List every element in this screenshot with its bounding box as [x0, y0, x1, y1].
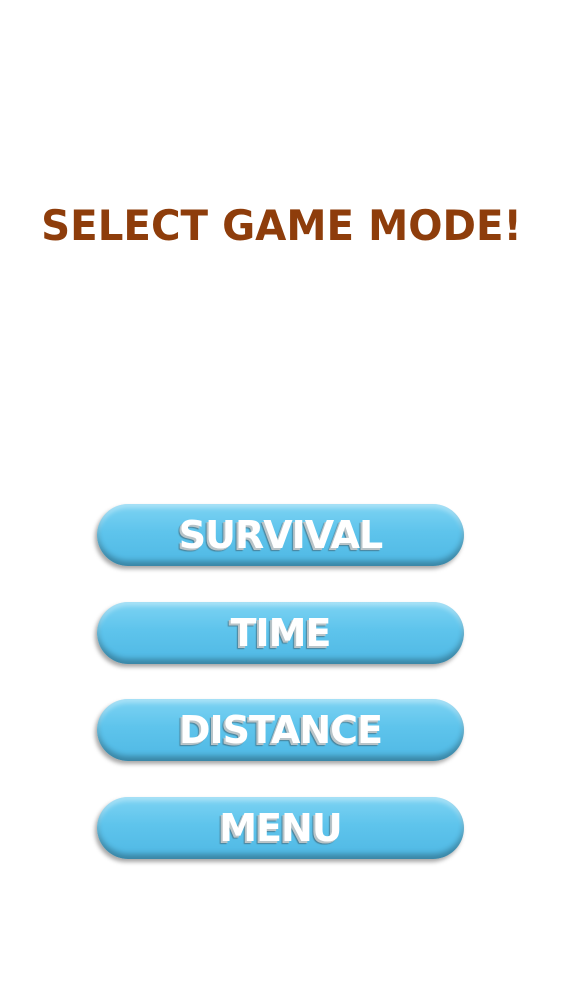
distance-button-label: DISTANCE	[178, 708, 383, 752]
time-button[interactable]: TIME	[97, 602, 464, 664]
survival-button[interactable]: SURVIVAL	[97, 504, 464, 566]
page-title: SELECT GAME MODE!	[41, 201, 522, 250]
menu-button-label: MENU	[219, 806, 342, 850]
time-button-label: TIME	[230, 611, 332, 655]
distance-button[interactable]: DISTANCE	[97, 699, 464, 761]
survival-button-label: SURVIVAL	[178, 513, 384, 557]
game-mode-screen: SELECT GAME MODE! SURVIVAL TIME DISTANCE…	[0, 0, 563, 1000]
menu-button[interactable]: MENU	[97, 797, 464, 859]
